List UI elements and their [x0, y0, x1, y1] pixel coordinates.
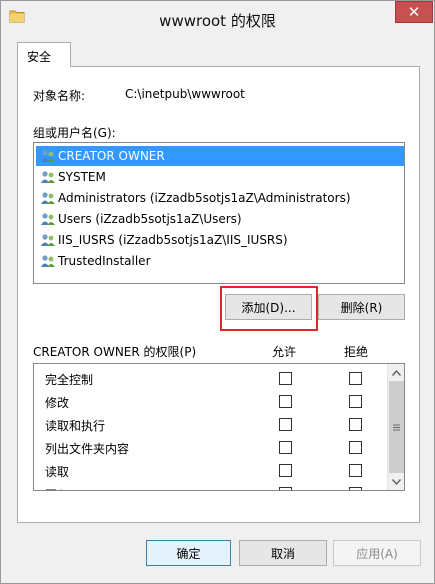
deny-checkbox[interactable]	[349, 487, 362, 490]
deny-checkbox[interactable]	[349, 441, 362, 454]
group-user-list[interactable]: CREATOR OWNER SYSTEM Administrators (iZz…	[33, 142, 405, 284]
permissions-scrollbar[interactable]	[387, 364, 404, 490]
list-item[interactable]: SYSTEM	[36, 167, 404, 187]
permission-row: 完全控制	[34, 367, 384, 390]
ok-button[interactable]: 确定	[146, 540, 231, 566]
groups-label: 组或用户名(G):	[33, 126, 116, 140]
allow-checkbox[interactable]	[279, 395, 292, 408]
allow-checkbox[interactable]	[279, 487, 292, 490]
permission-name: 读取和执行	[45, 419, 106, 433]
deny-checkbox[interactable]	[349, 418, 362, 431]
cancel-button[interactable]: 取消	[239, 540, 327, 566]
permission-name: 读取	[45, 465, 70, 479]
object-name-label: 对象名称:	[33, 89, 86, 103]
scroll-down-arrow[interactable]	[388, 473, 404, 490]
list-item[interactable]: Users (iZzadb5sotjs1aZ\Users)	[36, 209, 404, 229]
permission-name: 写入	[45, 486, 69, 490]
permission-row: 读取	[34, 459, 384, 482]
list-item-label: Users (iZzadb5sotjs1aZ\Users)	[58, 212, 242, 226]
user-group-icon	[41, 255, 55, 267]
allow-checkbox[interactable]	[279, 441, 292, 454]
user-group-icon	[41, 192, 55, 204]
user-group-icon	[41, 213, 55, 225]
object-name-value: C:\inetpub\wwwroot	[125, 87, 245, 101]
window-title: wwwroot 的权限	[159, 12, 276, 30]
deny-checkbox[interactable]	[349, 372, 362, 385]
scroll-up-arrow[interactable]	[388, 364, 404, 381]
permissions-label: CREATOR OWNER 的权限(P)	[33, 345, 197, 359]
permission-name: 修改	[45, 396, 70, 410]
user-group-icon	[41, 150, 55, 162]
list-item[interactable]: CREATOR OWNER	[36, 146, 404, 166]
permission-row: 读取和执行	[34, 413, 384, 436]
list-item-label: SYSTEM	[58, 170, 106, 184]
close-button[interactable]: ✕	[395, 1, 433, 23]
remove-button[interactable]: 删除(R)	[318, 294, 405, 320]
close-icon: ✕	[407, 2, 421, 21]
user-group-icon	[41, 234, 55, 246]
list-item-label: CREATOR OWNER	[58, 149, 165, 163]
list-item-label: TrustedInstaller	[58, 254, 151, 268]
list-item-label: Administrators (iZzadb5sotjs1aZ\Administ…	[58, 191, 351, 205]
permission-row: 列出文件夹内容	[34, 436, 384, 459]
list-item[interactable]: Administrators (iZzadb5sotjs1aZ\Administ…	[36, 188, 404, 208]
allow-checkbox[interactable]	[279, 418, 292, 431]
permission-row: 修改	[34, 390, 384, 413]
deny-checkbox[interactable]	[349, 464, 362, 477]
list-item-label: IIS_IUSRS (iZzadb5sotjs1aZ\IIS_IUSRS)	[58, 233, 288, 247]
permissions-list: 完全控制 修改 读取和执行 列出文件夹内容 读取 写入	[33, 363, 405, 491]
grip-icon	[393, 424, 400, 430]
allow-checkbox[interactable]	[279, 464, 292, 477]
list-item[interactable]: TrustedInstaller	[36, 251, 404, 271]
apply-button[interactable]: 应用(A)	[333, 540, 421, 566]
highlight-box	[220, 286, 318, 331]
chevron-down-icon	[392, 478, 401, 485]
user-group-icon	[41, 171, 55, 183]
list-item[interactable]: IIS_IUSRS (iZzadb5sotjs1aZ\IIS_IUSRS)	[36, 230, 404, 250]
permission-name: 完全控制	[45, 373, 94, 387]
chevron-up-icon	[392, 369, 401, 376]
permissions-dialog: wwwroot 的权限 ✕ 安全 对象名称: C:\inetpub\wwwroo…	[0, 0, 435, 584]
scroll-thumb[interactable]	[389, 381, 404, 473]
tab-security[interactable]: 安全	[17, 42, 71, 67]
allow-checkbox[interactable]	[279, 372, 292, 385]
permission-name: 列出文件夹内容	[45, 442, 130, 456]
permission-row: 写入	[34, 482, 384, 490]
deny-checkbox[interactable]	[349, 395, 362, 408]
allow-header: 允许	[272, 345, 297, 359]
title-bar[interactable]: wwwroot 的权限 ✕	[1, 1, 434, 37]
deny-header: 拒绝	[344, 345, 369, 359]
